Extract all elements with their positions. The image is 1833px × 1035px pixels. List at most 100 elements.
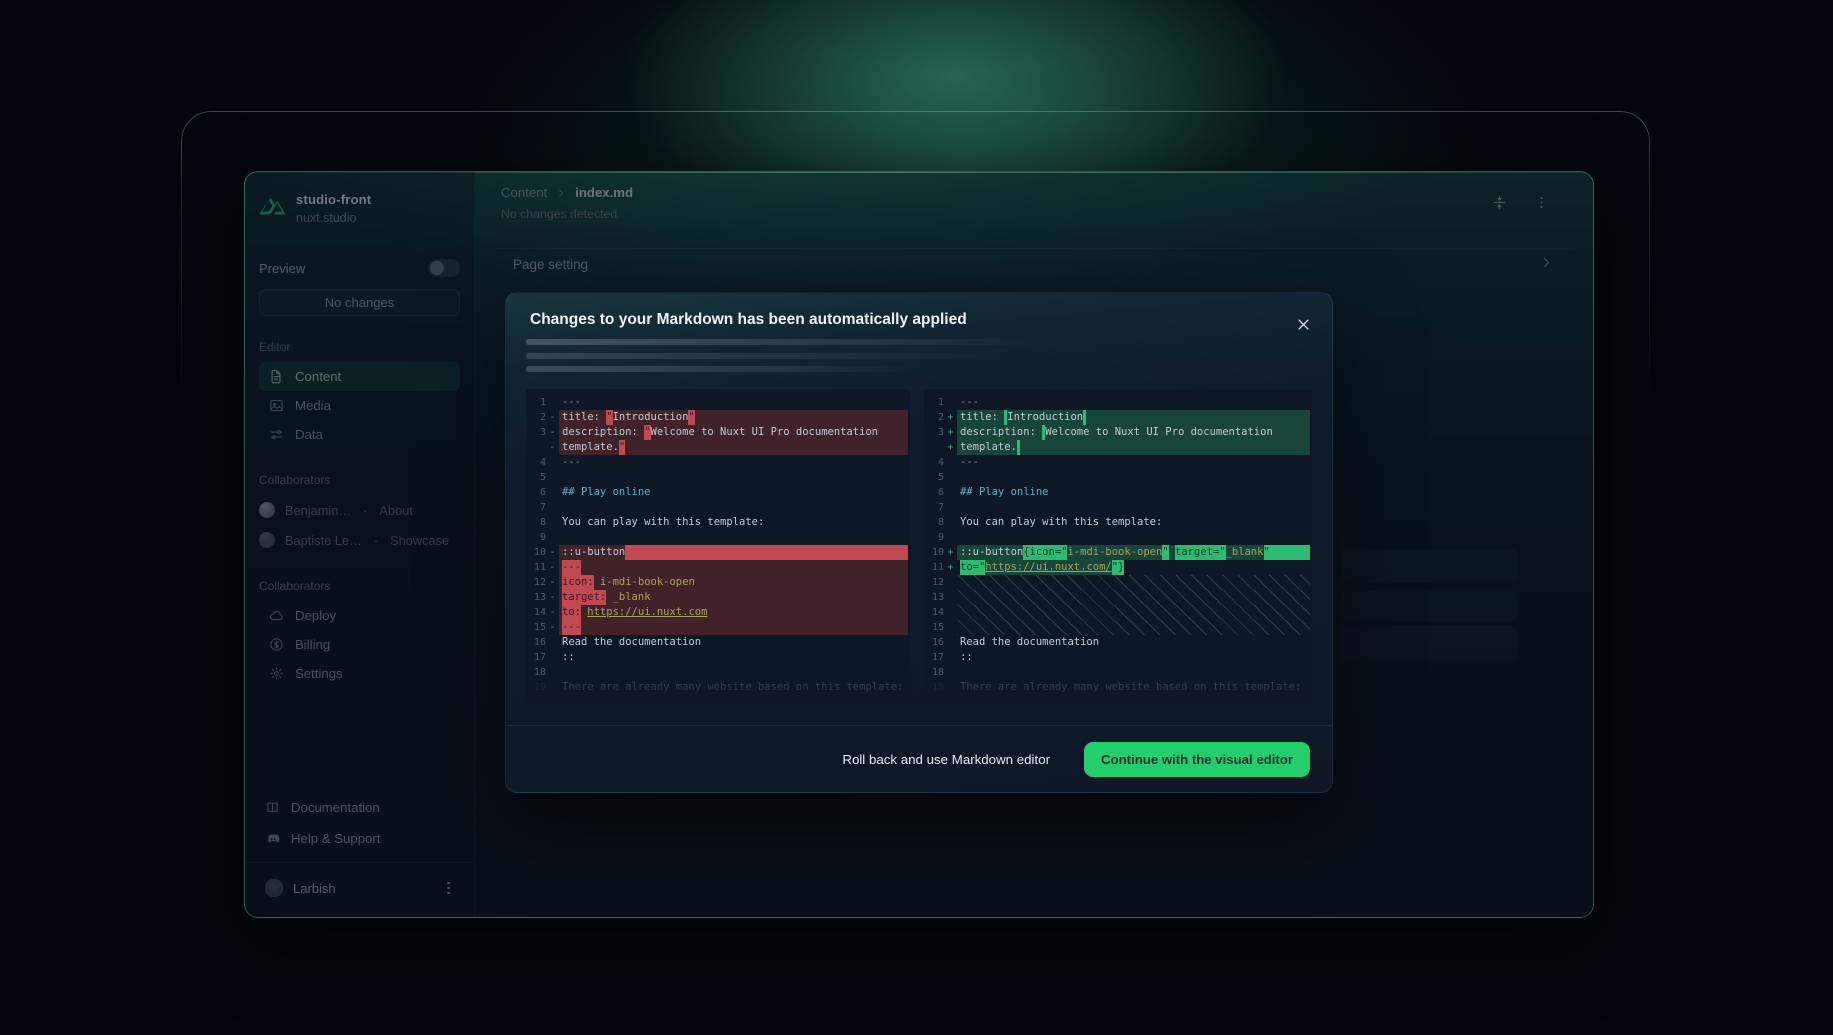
app-window: studio-front nuxt.studio Preview No chan… [244, 171, 1594, 918]
diff-row-old: 15---- [526, 620, 910, 635]
code-line: ::u-button [559, 545, 908, 560]
markdown-changes-modal: Changes to your Markdown has been automa… [505, 292, 1333, 793]
diff-marker [944, 605, 957, 620]
code-line: --- [559, 620, 908, 635]
diff-marker: + [944, 440, 957, 455]
code-segment: to= [960, 560, 979, 575]
diff-row-new: 9 [924, 530, 1312, 545]
line-number: 9 [924, 530, 944, 545]
diff-row-new: 17:: [924, 650, 1312, 665]
line-number [924, 440, 944, 455]
diff-marker: - [546, 575, 559, 590]
code-segment: _blank [1226, 545, 1264, 560]
line-number: 16 [924, 635, 944, 650]
diff-marker: - [546, 560, 559, 575]
code-segment: {icon [1023, 545, 1055, 560]
code-segment: There are already many website based on … [960, 680, 1301, 695]
code-line: Read the documentation [957, 635, 1310, 650]
code-segment: i-mdi-book-open [600, 575, 695, 590]
diff-marker [944, 530, 957, 545]
code-segment: " [619, 440, 625, 455]
continue-visual-editor-button[interactable]: Continue with the visual editor [1084, 742, 1310, 777]
line-number: 1 [526, 395, 546, 410]
rollback-button[interactable]: Roll back and use Markdown editor [842, 752, 1050, 767]
line-number: 6 [924, 485, 944, 500]
line-number: 18 [526, 665, 546, 680]
code-segment: =" [1055, 545, 1068, 560]
code-segment: Introduction [1007, 410, 1083, 425]
code-segment: _blank [613, 590, 651, 605]
code-segment: Welcome to Nuxt UI Pro documentation [651, 425, 879, 440]
diff-marker [944, 620, 957, 635]
diff-row-old: 16Read the documentation [526, 635, 910, 650]
code-line: --- [559, 395, 908, 410]
line-number: 19 [526, 680, 546, 695]
diff-row-new: 15 [924, 620, 1312, 635]
diff-row-old: 2-title: "Introduction" [526, 410, 910, 425]
code-segment: --- [562, 620, 581, 635]
diff-marker [944, 635, 957, 650]
diff-marker: - [546, 605, 559, 620]
diff-row-old: 13-target: _blank [526, 590, 910, 605]
line-number: 6 [526, 485, 546, 500]
code-line [957, 605, 1310, 620]
line-number: 10 [526, 545, 546, 560]
code-segment: template. [960, 440, 1017, 455]
code-line [957, 530, 1310, 545]
code-segment: to: [562, 605, 581, 620]
diff-pane-old: 1---2-title: "Introduction"3-description… [526, 389, 910, 703]
code-line [559, 665, 908, 680]
diff-row-old: 6 ## Play online [526, 485, 910, 500]
modal-title: Changes to your Markdown has been automa… [530, 311, 967, 329]
code-segment: icon: [562, 575, 594, 590]
line-number: 5 [526, 470, 546, 485]
diff-row-new: 5 [924, 470, 1312, 485]
diff-row-new: 2+title: Introduction [924, 410, 1312, 425]
line-number [526, 440, 546, 455]
code-segment: --- [960, 395, 979, 410]
code-line: There are already many website based on … [957, 680, 1310, 695]
diff-marker [944, 500, 957, 515]
diff-row-old: 9 [526, 530, 910, 545]
desktop-background: studio-front nuxt.studio Preview No chan… [0, 0, 1833, 1035]
insertion-caret [1017, 440, 1020, 455]
diff-row-old: 3-description: "Welcome to Nuxt UI Pro d… [526, 425, 910, 440]
diff-marker: - [546, 425, 559, 440]
diff-row-new: 3+description: Welcome to Nuxt UI Pro do… [924, 425, 1312, 440]
code-segment: :: [960, 650, 973, 665]
close-icon[interactable] [1290, 311, 1316, 337]
code-line [957, 665, 1310, 680]
insertion-caret [1083, 410, 1086, 425]
code-line: :: [957, 650, 1310, 665]
diff-row-old: 14-to: https://ui.nuxt.com [526, 605, 910, 620]
diff-row-old: 7 [526, 500, 910, 515]
diff-marker [944, 485, 957, 500]
diff-marker: + [944, 560, 957, 575]
line-number: 8 [924, 515, 944, 530]
diff-row-new: 14 [924, 605, 1312, 620]
code-line: --- [559, 455, 908, 470]
code-line [957, 500, 1310, 515]
code-segment [625, 545, 908, 560]
line-number: 11 [526, 560, 546, 575]
code-line: target: _blank [559, 590, 908, 605]
code-line: template." [559, 440, 908, 455]
code-segment: https://ui.nuxt.com/ [985, 560, 1111, 575]
code-segment: Introduction [613, 410, 689, 425]
diff-row-new: 11+to="https://ui.nuxt.com/"} [924, 560, 1312, 575]
diff-row-new: 1--- [924, 395, 1312, 410]
code-segment: --- [960, 455, 979, 470]
code-line: ::u-button{icon="i-mdi-book-open" target… [957, 545, 1310, 560]
code-segment: Welcome to Nuxt UI Pro documentation [1045, 425, 1273, 440]
diff-marker: - [546, 410, 559, 425]
line-number: 17 [526, 650, 546, 665]
diff-marker [546, 515, 559, 530]
code-segment: i-mdi-book-open [1067, 545, 1162, 560]
code-segment: ## Play online [562, 485, 651, 500]
diff-marker [944, 575, 957, 590]
code-line: icon: i-mdi-book-open [559, 575, 908, 590]
diff-marker: - [546, 545, 559, 560]
code-segment: title: [960, 410, 1004, 425]
diff-marker [546, 455, 559, 470]
diff-marker [546, 635, 559, 650]
